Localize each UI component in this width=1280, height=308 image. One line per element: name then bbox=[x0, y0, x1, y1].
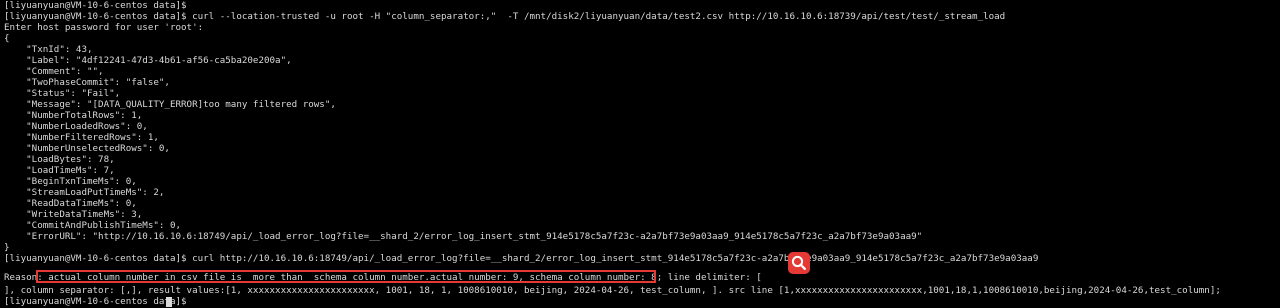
terminal-line: "ErrorURL": "http://10.16.10.6:18749/api… bbox=[4, 231, 923, 242]
terminal-line: "LoadBytes": 78, bbox=[4, 154, 115, 165]
text-cursor bbox=[166, 297, 172, 307]
error-highlight-box bbox=[36, 270, 656, 283]
terminal-line: } bbox=[4, 242, 10, 253]
search-icon bbox=[791, 255, 806, 270]
terminal-line: "CommitAndPublishTimeMs": 0, bbox=[4, 220, 182, 231]
terminal-line: ], column separator: [,], result values:… bbox=[4, 285, 1221, 296]
terminal-line: "ReadDataTimeMs": 0, bbox=[4, 198, 137, 209]
terminal-line: "NumberFilteredRows": 1, bbox=[4, 132, 159, 143]
shell-prompt: [liyuanyuan@VM-10-6-centos data]$ bbox=[4, 296, 193, 307]
terminal-line: Enter host password for user 'root': bbox=[4, 22, 204, 33]
terminal-line: "TwoPhaseCommit": "false", bbox=[4, 77, 170, 88]
terminal-line: "Label": "4df12241-47d3-4b61-af56-ca5ba2… bbox=[4, 55, 292, 66]
terminal-line: "TxnId": 43, bbox=[4, 44, 93, 55]
terminal-line: "BeginTxnTimeMs": 0, bbox=[4, 176, 137, 187]
terminal-line: "NumberUnselectedRows": 0, bbox=[4, 143, 170, 154]
terminal-line: "LoadTimeMs": 7, bbox=[4, 165, 115, 176]
terminal-line: { bbox=[4, 33, 10, 44]
terminal-line: "StreamLoadPutTimeMs": 2, bbox=[4, 187, 165, 198]
terminal-line: [liyuanyuan@VM-10-6-centos data]$ bbox=[4, 0, 187, 11]
terminal-line: "Status": "Fail", bbox=[4, 88, 121, 99]
search-badge[interactable] bbox=[788, 252, 810, 274]
terminal-line: [liyuanyuan@VM-10-6-centos data]$ curl -… bbox=[4, 11, 1006, 22]
terminal-line: "WriteDataTimeMs": 3, bbox=[4, 209, 143, 220]
terminal-window[interactable]: [liyuanyuan@VM-10-6-centos data]$ [liyua… bbox=[0, 0, 1280, 308]
terminal-line: "Message": "[DATA_QUALITY_ERROR]too many… bbox=[4, 99, 336, 110]
terminal-line: "NumberTotalRows": 1, bbox=[4, 110, 143, 121]
terminal-line: "Comment": "", bbox=[4, 66, 104, 77]
terminal-line: "NumberLoadedRows": 0, bbox=[4, 121, 148, 132]
terminal-line: [liyuanyuan@VM-10-6-centos data]$ curl h… bbox=[4, 253, 1039, 264]
